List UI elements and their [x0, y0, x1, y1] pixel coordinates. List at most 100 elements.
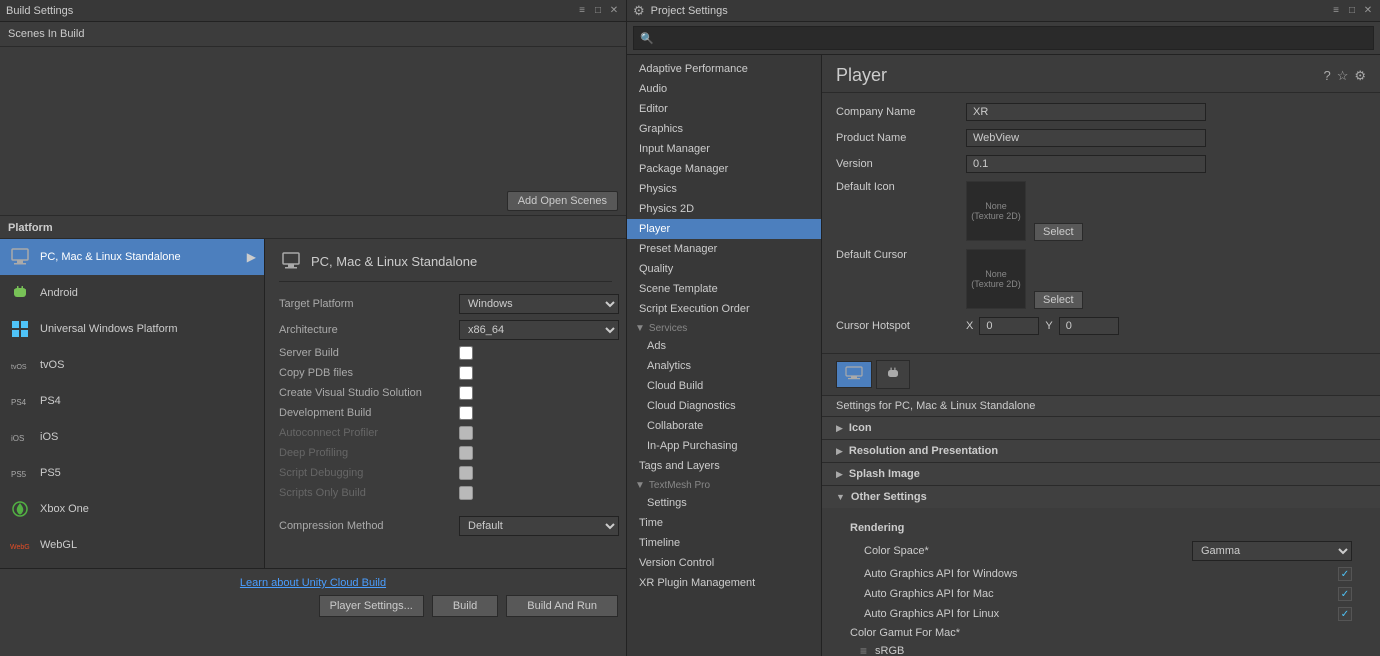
autoconnect-checkbox[interactable] [459, 426, 473, 440]
project-settings-title: Project Settings [651, 5, 728, 17]
settings-item-textmesh-settings[interactable]: Settings [627, 493, 821, 513]
ps-close-icon[interactable]: ✕ [1362, 5, 1374, 17]
auto-graphics-linux-row: Auto Graphics API for Linux ✓ [836, 604, 1366, 624]
settings-item-package[interactable]: Package Manager [627, 159, 821, 179]
target-platform-select[interactable]: Windows Mac OS X Linux [459, 294, 619, 314]
ps-menu-icon[interactable]: ≡ [1330, 5, 1342, 17]
player-form: Company Name Product Name Version Defaul… [822, 93, 1380, 353]
settings-item-tags[interactable]: Tags and Layers [627, 456, 821, 476]
compression-select[interactable]: Default LZ4 LZ4HC [459, 516, 619, 536]
bookmark-icon[interactable]: ☆ [1337, 68, 1349, 84]
build-and-run-button[interactable]: Build And Run [506, 595, 618, 617]
search-input[interactable] [658, 29, 1367, 47]
settings-item-ads[interactable]: Ads [627, 336, 821, 356]
ps-maximize-icon[interactable]: □ [1346, 5, 1358, 17]
platform-item-ps4[interactable]: PS4 PS4 [0, 383, 264, 419]
platform-item-ios[interactable]: iOS iOS [0, 419, 264, 455]
settings-item-version-control[interactable]: Version Control [627, 553, 821, 573]
platform-item-android[interactable]: Android [0, 275, 264, 311]
services-section-header[interactable]: ▼ Services [627, 319, 821, 336]
platform-item-tvos[interactable]: tvOS tvOS [0, 347, 264, 383]
settings-item-analytics[interactable]: Analytics [627, 356, 821, 376]
uwp-icon [8, 317, 32, 341]
srgb-row: ≡ sRGB [836, 642, 1366, 656]
maximize-icon[interactable]: □ [592, 5, 604, 17]
platform-item-uwp[interactable]: Universal Windows Platform [0, 311, 264, 347]
settings-item-timeline[interactable]: Timeline [627, 533, 821, 553]
settings-item-input[interactable]: Input Manager [627, 139, 821, 159]
auto-graphics-linux-checkbox[interactable]: ✓ [1338, 607, 1352, 621]
scripts-only-label: Scripts Only Build [279, 487, 459, 499]
auto-graphics-windows-label: Auto Graphics API for Windows [864, 568, 1338, 580]
select-cursor-button[interactable]: Select [1034, 291, 1083, 309]
close-icon[interactable]: ✕ [608, 5, 620, 17]
settings-item-in-app-purchasing[interactable]: In-App Purchasing [627, 436, 821, 456]
version-label: Version [836, 158, 966, 170]
tab-pc-mac[interactable] [836, 361, 872, 388]
icon-arrow-icon: ▶ [836, 423, 843, 434]
menu-icon[interactable]: ≡ [576, 5, 588, 17]
settings-item-scene-template[interactable]: Scene Template [627, 279, 821, 299]
auto-graphics-windows-checkbox[interactable]: ✓ [1338, 567, 1352, 581]
platform-ps4-label: PS4 [40, 395, 61, 407]
cloud-build-link[interactable]: Learn about Unity Cloud Build [8, 577, 618, 589]
platform-item-ps5[interactable]: PS5 PS5 [0, 455, 264, 491]
settings-item-preset[interactable]: Preset Manager [627, 239, 821, 259]
platform-item-webgl[interactable]: WebGL WebGL [0, 527, 264, 563]
settings-item-xr-plugin[interactable]: XR Plugin Management [627, 573, 821, 593]
other-settings-header[interactable]: ▼ Other Settings [822, 486, 1380, 508]
settings-item-script-execution[interactable]: Script Execution Order [627, 299, 821, 319]
scripts-only-row: Scripts Only Build [279, 486, 612, 500]
settings-sidebar: Adaptive Performance Audio Editor Graphi… [627, 55, 822, 656]
platform-list: PC, Mac & Linux Standalone ▶ Android Uni… [0, 238, 626, 568]
deep-profiling-checkbox[interactable] [459, 446, 473, 460]
company-name-input[interactable] [966, 103, 1206, 121]
settings-item-time[interactable]: Time [627, 513, 821, 533]
server-build-checkbox[interactable] [459, 346, 473, 360]
cursor-hotspot-y[interactable] [1059, 317, 1119, 335]
settings-item-audio[interactable]: Audio [627, 79, 821, 99]
settings-item-cloud-build[interactable]: Cloud Build [627, 376, 821, 396]
scenes-in-build-label: Scenes In Build [0, 22, 626, 47]
auto-graphics-mac-checkbox[interactable]: ✓ [1338, 587, 1352, 601]
settings-item-physics2d[interactable]: Physics 2D [627, 199, 821, 219]
platform-item-pc[interactable]: PC, Mac & Linux Standalone ▶ [0, 239, 264, 275]
help-icon[interactable]: ? [1323, 68, 1330, 84]
settings-item-physics[interactable]: Physics [627, 179, 821, 199]
script-debugging-checkbox[interactable] [459, 466, 473, 480]
development-build-checkbox[interactable] [459, 406, 473, 420]
icon-section-title: Icon [849, 422, 872, 434]
srgb-label: sRGB [875, 645, 904, 656]
build-button[interactable]: Build [432, 595, 498, 617]
settings-item-adaptive[interactable]: Adaptive Performance [627, 59, 821, 79]
settings-item-collaborate[interactable]: Collaborate [627, 416, 821, 436]
tab-android[interactable] [876, 360, 910, 389]
create-vs-checkbox[interactable] [459, 386, 473, 400]
copy-pdb-checkbox[interactable] [459, 366, 473, 380]
settings-item-graphics[interactable]: Graphics [627, 119, 821, 139]
add-open-scenes-button[interactable]: Add Open Scenes [507, 191, 618, 211]
textmesh-section-header[interactable]: ▼ TextMesh Pro [627, 476, 821, 493]
cursor-hotspot-label: Cursor Hotspot [836, 320, 966, 332]
cursor-hotspot-x[interactable] [979, 317, 1039, 335]
player-settings-button[interactable]: Player Settings... [319, 595, 424, 617]
settings-icon[interactable]: ⚙ [1354, 68, 1366, 84]
settings-item-cloud-diagnostics[interactable]: Cloud Diagnostics [627, 396, 821, 416]
resolution-section-header[interactable]: ▶ Resolution and Presentation [822, 440, 1380, 462]
select-icon-button[interactable]: Select [1034, 223, 1083, 241]
other-settings-title: Other Settings [851, 491, 927, 503]
platform-item-xbox[interactable]: Xbox One [0, 491, 264, 527]
settings-item-quality[interactable]: Quality [627, 259, 821, 279]
architecture-select[interactable]: x86_64 x86 ARM64 [459, 320, 619, 340]
version-input[interactable] [966, 155, 1206, 173]
icon-section-header[interactable]: ▶ Icon [822, 417, 1380, 439]
color-space-select[interactable]: Gamma Linear [1192, 541, 1352, 561]
y-label: Y [1045, 320, 1052, 332]
deep-profiling-label: Deep Profiling [279, 447, 459, 459]
scripts-only-checkbox[interactable] [459, 486, 473, 500]
splash-section-header[interactable]: ▶ Splash Image [822, 463, 1380, 485]
settings-item-editor[interactable]: Editor [627, 99, 821, 119]
project-settings-body: Adaptive Performance Audio Editor Graphi… [627, 55, 1380, 656]
product-name-input[interactable] [966, 129, 1206, 147]
settings-item-player[interactable]: Player [627, 219, 821, 239]
